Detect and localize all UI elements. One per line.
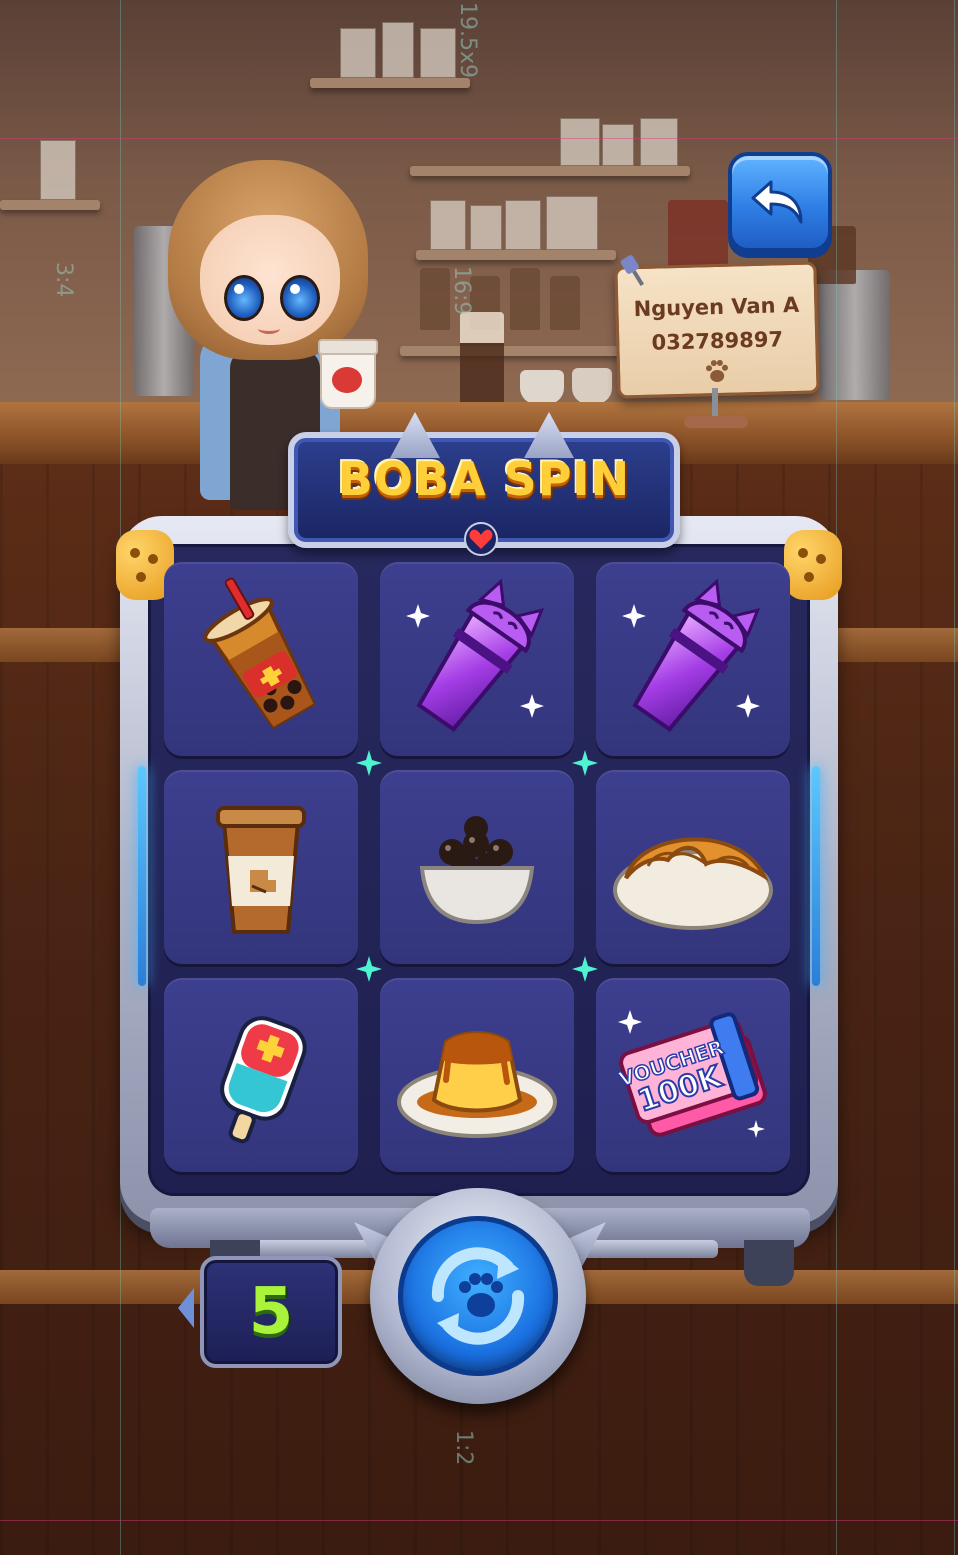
slot-grid: VOUCHER 100K (164, 562, 790, 1172)
slot-cell (380, 562, 574, 756)
character-mouth (258, 323, 280, 334)
character-eye (280, 275, 320, 321)
sparkle-icon (356, 750, 382, 776)
guide-line (0, 138, 958, 139)
machine-foot (744, 1240, 794, 1286)
shelf-box (470, 205, 502, 250)
game-title: BOBA SPIN (337, 452, 631, 506)
guide-line (0, 1520, 958, 1521)
character-eye (224, 275, 264, 321)
guide-label-mid: 16:9 (449, 266, 474, 316)
sparkle-icon (572, 750, 598, 776)
sparkle-icon (356, 956, 382, 982)
shelf-box (420, 28, 456, 78)
player-name: Nguyen Van A (633, 292, 800, 322)
bubble-tea-icon (203, 577, 317, 730)
coffee-mug (520, 370, 564, 404)
character-coffee-cup (318, 339, 378, 409)
iced-coffee-cup (460, 312, 504, 416)
wall-shelf (400, 346, 640, 356)
player-name-sign: Nguyen Van A 032789897 (614, 255, 820, 399)
slot-cell (164, 978, 358, 1172)
character-face (200, 215, 340, 345)
coffee-machine (820, 270, 890, 400)
title-banner: BOBA SPIN (288, 412, 680, 556)
shelf-box (505, 200, 541, 250)
wall-shelf (416, 250, 616, 260)
flan-icon (397, 1031, 557, 1138)
slot-cell (164, 770, 358, 964)
frame-side-light (812, 766, 820, 986)
shelf-box (560, 118, 600, 166)
shelf-box (640, 118, 678, 166)
slot-cell (380, 770, 574, 964)
slot-cell (380, 978, 574, 1172)
spin-button[interactable] (398, 1216, 558, 1376)
sign-base (684, 416, 748, 428)
coffee-mug (572, 368, 612, 404)
tapioca-bowl-icon (419, 816, 535, 925)
purple-cat-cup-icon (406, 578, 545, 732)
guide-label-left: 3:4 (51, 262, 76, 298)
shelf-box (546, 196, 598, 250)
heart-icon (464, 522, 498, 556)
jar (510, 268, 540, 330)
guide-line (954, 0, 955, 1555)
spins-counter: 5 (200, 1256, 342, 1368)
shelf-box (40, 140, 76, 200)
purple-cat-cup-icon (622, 578, 761, 732)
spins-left-value: 5 (248, 1275, 294, 1349)
guide-label-top: 19.5x9 (455, 2, 480, 79)
frame-side-light (138, 766, 146, 986)
croissant-icon (613, 837, 773, 930)
back-button[interactable] (728, 152, 832, 252)
shelf-box (382, 22, 414, 78)
jar (550, 276, 580, 330)
wall-shelf (0, 200, 100, 210)
slot-cell (164, 562, 358, 756)
slot-cell (596, 562, 790, 756)
wall-shelf (310, 78, 470, 88)
frame-corner-cap (784, 530, 842, 600)
guide-label-bottom: 1:2 (451, 1430, 476, 1466)
arrow-left-icon (178, 1288, 194, 1328)
shelf-box (430, 200, 466, 250)
undo-arrow-icon (751, 180, 803, 224)
shelf-box (602, 124, 634, 166)
jar (420, 268, 450, 330)
voucher-ticket-icon: VOUCHER 100K (615, 1010, 767, 1138)
wall-shelf (410, 166, 690, 176)
paw-icon (705, 359, 728, 383)
shelf-box (340, 28, 376, 78)
slot-cell: VOUCHER 100K (596, 978, 790, 1172)
player-phone: 032789897 (651, 327, 784, 355)
coffee-cup-icon (216, 806, 306, 934)
popsicle-icon (220, 1016, 307, 1144)
slot-cell (596, 770, 790, 964)
sparkle-icon (572, 956, 598, 982)
paw-refresh-icon (431, 1247, 525, 1345)
